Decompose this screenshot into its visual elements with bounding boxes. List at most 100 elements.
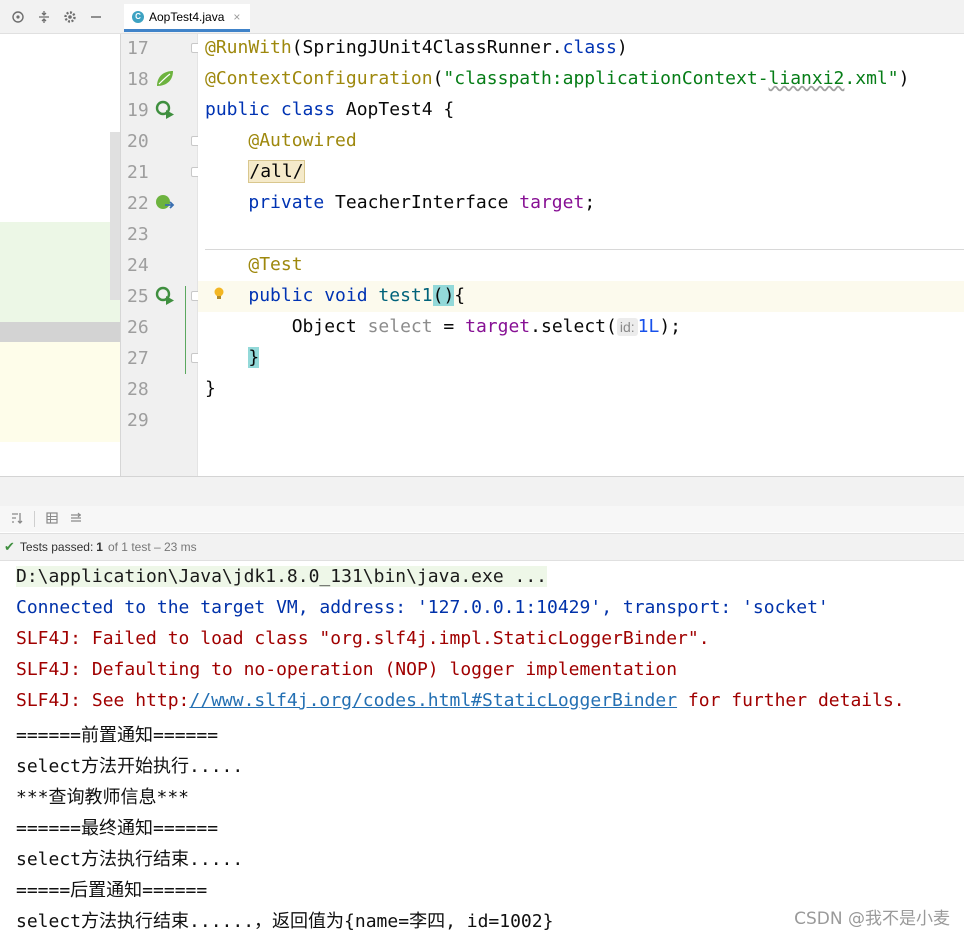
- line-number: 21: [127, 162, 149, 183]
- code-text: Object: [291, 316, 368, 337]
- project-scrollbar[interactable]: [110, 132, 120, 300]
- spring-bean-icon[interactable]: [154, 192, 176, 214]
- status-detail: of 1 test – 23 ms: [107, 540, 197, 554]
- line-number: 26: [127, 317, 149, 338]
- gear-icon[interactable]: [60, 7, 80, 27]
- tab-aoptest4[interactable]: C AopTest4.java ×: [124, 4, 251, 32]
- close-icon[interactable]: ×: [233, 10, 240, 24]
- console-line-command: D:\application\Java\jdk1.8.0_131\bin\jav…: [16, 566, 548, 587]
- code-line-28: }: [205, 378, 216, 399]
- project-pane-area: [0, 342, 120, 442]
- code-text: ): [898, 68, 910, 89]
- console-line-output: select方法执行结束......，返回值为{name=李四, id=1002…: [16, 911, 554, 932]
- expand-all-icon[interactable]: [69, 511, 83, 528]
- line-number: 19: [127, 100, 149, 121]
- line-number: 18: [127, 69, 149, 90]
- error-text: for further details.: [677, 690, 905, 711]
- change-marker: [185, 286, 186, 374]
- line-number: 17: [127, 38, 149, 59]
- crosshair-icon[interactable]: [8, 7, 28, 27]
- sort-icon[interactable]: [10, 511, 24, 528]
- run-test-method-icon[interactable]: [154, 285, 176, 307]
- code-line-27: }: [205, 347, 260, 368]
- code-text: TeacherInterface: [324, 192, 520, 213]
- panel-divider[interactable]: [0, 476, 964, 506]
- run-toolbar: [0, 506, 964, 532]
- annotation: @Autowired: [248, 130, 357, 151]
- annotation: @RunWith: [205, 37, 292, 58]
- code-text: =: [432, 316, 466, 337]
- minimize-icon[interactable]: [86, 7, 106, 27]
- console-line-output: select方法开始执行.....: [16, 756, 244, 777]
- parameter-hint: id:: [616, 318, 638, 336]
- number-literal: 1L: [637, 316, 660, 337]
- console-line-connected: Connected to the target VM, address: '12…: [16, 597, 829, 618]
- code-text: }: [205, 378, 216, 399]
- line-number: 24: [127, 255, 149, 276]
- tab-label: AopTest4.java: [149, 9, 225, 24]
- line-number: 29: [127, 410, 149, 431]
- keyword: private: [248, 192, 325, 213]
- code-text: {: [454, 285, 466, 306]
- field: target: [519, 192, 585, 213]
- grid-icon[interactable]: [45, 511, 59, 528]
- java-class-icon: C: [132, 10, 144, 23]
- status-count: 1: [96, 540, 103, 554]
- code-text: (SpringJUnit4ClassRunner.: [291, 37, 563, 58]
- error-text: SLF4J: See http:: [16, 690, 190, 711]
- console-line-output: select方法执行结束.....: [16, 849, 244, 870]
- code-line-21: /all/: [205, 160, 305, 183]
- annotation: @ContextConfiguration: [205, 68, 433, 89]
- code-line-20: @Autowired: [205, 130, 357, 151]
- keyword: class: [562, 37, 617, 58]
- matched-brace: (): [432, 285, 455, 306]
- line-number: 28: [127, 379, 149, 400]
- method-separator: [205, 249, 964, 250]
- code-line-26: Object select = target.select(id: 1L);: [205, 316, 681, 337]
- code-line-17: @RunWith(SpringJUnit4ClassRunner.class): [205, 37, 628, 58]
- line-number: 27: [127, 348, 149, 369]
- string-literal: "classpath:applicationContext-: [443, 68, 769, 89]
- code-line-18: @ContextConfiguration("classpath:applica…: [205, 68, 909, 89]
- console-line-output: =====后置通知======: [16, 880, 208, 901]
- code-text: ): [616, 37, 628, 58]
- project-pane-selection[interactable]: [0, 322, 120, 342]
- console-line-error: SLF4J: See http://www.slf4j.org/codes.ht…: [16, 690, 905, 711]
- console-line-output: ======前置通知======: [16, 725, 219, 746]
- matched-brace: }: [248, 347, 260, 368]
- editor-tab-bar: C AopTest4.java ×: [120, 0, 964, 34]
- spring-leaf-icon[interactable]: [154, 68, 176, 90]
- keyword: public void: [248, 285, 368, 306]
- check-icon: ✔: [4, 539, 15, 554]
- console-line-output: ***查询教师信息***: [16, 787, 190, 808]
- code-line-25: public void test1(){: [205, 285, 465, 306]
- console-line-error: SLF4J: Defaulting to no-operation (NOP) …: [16, 659, 678, 680]
- method-name: test1: [367, 285, 433, 306]
- highlighted-tag: /all/: [248, 160, 305, 183]
- code-text: AopTest4 {: [335, 99, 455, 120]
- code-text: (: [432, 68, 444, 89]
- annotation: @Test: [248, 254, 303, 275]
- code-line-19: public class AopTest4 {: [205, 99, 454, 120]
- project-pane-highlight: [0, 222, 120, 322]
- code-text: .select(: [530, 316, 617, 337]
- string-literal-typo: lianxi2: [768, 68, 845, 89]
- status-label: Tests passed:: [19, 540, 94, 554]
- field: target: [465, 316, 531, 337]
- line-number: 22: [127, 193, 149, 214]
- run-test-class-icon[interactable]: [154, 99, 176, 121]
- console-line-output: ======最终通知======: [16, 818, 219, 839]
- string-literal: .xml": [844, 68, 899, 89]
- toolbar-separator: [34, 511, 35, 527]
- test-status-bar: ✔ Tests passed: 1 of 1 test – 23 ms: [0, 533, 964, 561]
- line-number: 20: [127, 131, 149, 152]
- code-text: ;: [584, 192, 596, 213]
- console-output[interactable]: D:\application\Java\jdk1.8.0_131\bin\jav…: [0, 561, 964, 937]
- watermark: CSDN @我不是小麦: [794, 909, 950, 929]
- collapse-icon[interactable]: [34, 7, 54, 27]
- project-toolbar: [0, 0, 120, 34]
- slf4j-link[interactable]: //www.slf4j.org/codes.html#StaticLoggerB…: [189, 690, 677, 711]
- line-number: 25: [127, 286, 149, 307]
- command-text[interactable]: D:\application\Java\jdk1.8.0_131\bin\jav…: [16, 566, 548, 587]
- unused-variable: select: [367, 316, 433, 337]
